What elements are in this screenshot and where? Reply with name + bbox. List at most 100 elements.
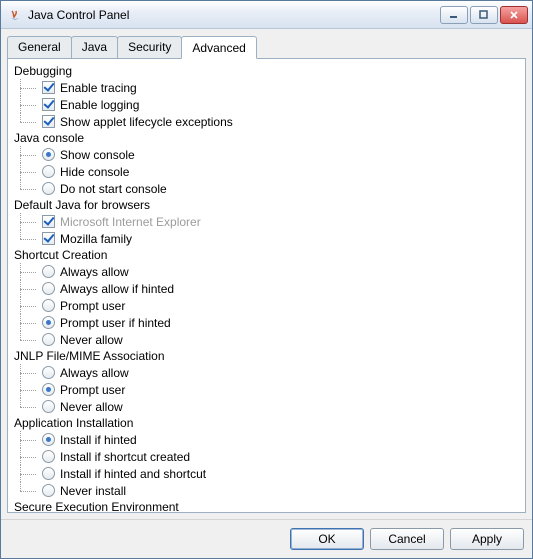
checkbox-enable-logging[interactable] (42, 98, 55, 111)
tab-java[interactable]: Java (71, 36, 118, 59)
setting-label: Prompt user (60, 299, 125, 313)
tree-line-icon (14, 398, 42, 415)
radio-hide-console[interactable] (42, 165, 55, 178)
window-title: Java Control Panel (28, 8, 440, 22)
java-icon (7, 7, 23, 23)
window: Java Control Panel GeneralJavaSecurityAd… (0, 0, 533, 559)
setting-enable-tracing[interactable]: Enable tracing (14, 79, 523, 96)
tab-security[interactable]: Security (117, 36, 182, 59)
setting-show-applet-lifecycle-exceptions[interactable]: Show applet lifecycle exceptions (14, 113, 523, 130)
radio-always-allow-if-hinted[interactable] (42, 282, 55, 295)
ok-button[interactable]: OK (290, 528, 364, 550)
section-heading-application-installation: Application Installation (14, 415, 523, 431)
setting-microsoft-internet-explorer: Microsoft Internet Explorer (14, 213, 523, 230)
setting-never-allow[interactable]: Never allow (14, 398, 523, 415)
setting-always-allow-if-hinted[interactable]: Always allow if hinted (14, 280, 523, 297)
setting-label: Mozilla family (60, 232, 132, 246)
tab-advanced[interactable]: Advanced (181, 36, 256, 59)
tree-line-icon (14, 381, 42, 398)
setting-prompt-user[interactable]: Prompt user (14, 297, 523, 314)
setting-show-console[interactable]: Show console (14, 146, 523, 163)
checkbox-enable-tracing[interactable] (42, 81, 55, 94)
section-heading-shortcut-creation: Shortcut Creation (14, 247, 523, 263)
setting-label: Install if hinted and shortcut (60, 467, 206, 481)
tree-line-icon (14, 146, 42, 163)
tree-line-icon (14, 364, 42, 381)
radio-always-allow[interactable] (42, 265, 55, 278)
setting-label: Enable tracing (60, 81, 137, 95)
tree-line-icon (14, 465, 42, 482)
checkbox-microsoft-internet-explorer (42, 215, 55, 228)
setting-label: Never install (60, 484, 126, 498)
tree-line-icon (14, 263, 42, 280)
maximize-button[interactable] (470, 6, 498, 24)
tree-line-icon (14, 280, 42, 297)
setting-label: Show console (60, 148, 135, 162)
setting-never-install[interactable]: Never install (14, 482, 523, 499)
setting-hide-console[interactable]: Hide console (14, 163, 523, 180)
titlebar-buttons (440, 6, 528, 24)
radio-prompt-user[interactable] (42, 299, 55, 312)
setting-mozilla-family[interactable]: Mozilla family (14, 230, 523, 247)
checkbox-show-applet-lifecycle-exceptions[interactable] (42, 115, 55, 128)
radio-never-install[interactable] (42, 484, 55, 497)
radio-install-if-shortcut-created[interactable] (42, 450, 55, 463)
close-button[interactable] (500, 6, 528, 24)
setting-install-if-shortcut-created[interactable]: Install if shortcut created (14, 448, 523, 465)
tab-page-advanced: Debugging Enable tracing Enable logging Sho… (7, 58, 526, 513)
setting-never-allow[interactable]: Never allow (14, 331, 523, 348)
radio-prompt-user[interactable] (42, 383, 55, 396)
radio-install-if-hinted-and-shortcut[interactable] (42, 467, 55, 480)
cancel-button[interactable]: Cancel (370, 528, 444, 550)
setting-always-allow[interactable]: Always allow (14, 263, 523, 280)
radio-do-not-start-console[interactable] (42, 182, 55, 195)
radio-never-allow[interactable] (42, 400, 55, 413)
setting-do-not-start-console[interactable]: Do not start console (14, 180, 523, 197)
tree-line-icon (14, 448, 42, 465)
tree-line-icon (14, 314, 42, 331)
setting-label: Prompt user if hinted (60, 316, 171, 330)
tab-general[interactable]: General (7, 36, 72, 59)
section-heading-default-java-for-browsers: Default Java for browsers (14, 197, 523, 213)
section-heading-jnlp-file-mime-association: JNLP File/MIME Association (14, 348, 523, 364)
tree-line-icon (14, 180, 42, 197)
setting-label: Enable logging (60, 98, 139, 112)
setting-label: Always allow (60, 366, 129, 380)
tree-line-icon (14, 113, 42, 130)
radio-always-allow[interactable] (42, 366, 55, 379)
setting-label: Hide console (60, 165, 129, 179)
radio-install-if-hinted[interactable] (42, 433, 55, 446)
tree-line-icon (14, 163, 42, 180)
setting-label: Microsoft Internet Explorer (60, 215, 201, 229)
radio-never-allow[interactable] (42, 333, 55, 346)
setting-label: Always allow if hinted (60, 282, 174, 296)
setting-prompt-user[interactable]: Prompt user (14, 381, 523, 398)
minimize-button[interactable] (440, 6, 468, 24)
apply-button[interactable]: Apply (450, 528, 524, 550)
setting-enable-logging[interactable]: Enable logging (14, 96, 523, 113)
setting-label: Show applet lifecycle exceptions (60, 115, 233, 129)
tree-line-icon (14, 79, 42, 96)
section-heading-debugging: Debugging (14, 63, 523, 79)
setting-prompt-user-if-hinted[interactable]: Prompt user if hinted (14, 314, 523, 331)
section-heading-secure-execution-environment: Secure Execution Environment (14, 499, 523, 512)
setting-always-allow[interactable]: Always allow (14, 364, 523, 381)
setting-label: Never allow (60, 400, 123, 414)
settings-tree[interactable]: Debugging Enable tracing Enable logging Sho… (8, 59, 525, 512)
tab-strip: GeneralJavaSecurityAdvanced (1, 29, 532, 58)
setting-install-if-hinted[interactable]: Install if hinted (14, 431, 523, 448)
checkbox-mozilla-family[interactable] (42, 232, 55, 245)
radio-prompt-user-if-hinted[interactable] (42, 316, 55, 329)
setting-label: Prompt user (60, 383, 125, 397)
tree-line-icon (14, 230, 42, 247)
radio-show-console[interactable] (42, 148, 55, 161)
tree-line-icon (14, 297, 42, 314)
tree-line-icon (14, 96, 42, 113)
setting-label: Never allow (60, 333, 123, 347)
setting-install-if-hinted-and-shortcut[interactable]: Install if hinted and shortcut (14, 465, 523, 482)
setting-label: Always allow (60, 265, 129, 279)
setting-label: Install if hinted (60, 433, 137, 447)
setting-label: Do not start console (60, 182, 167, 196)
section-heading-java-console: Java console (14, 130, 523, 146)
button-bar: OK Cancel Apply (1, 519, 532, 558)
